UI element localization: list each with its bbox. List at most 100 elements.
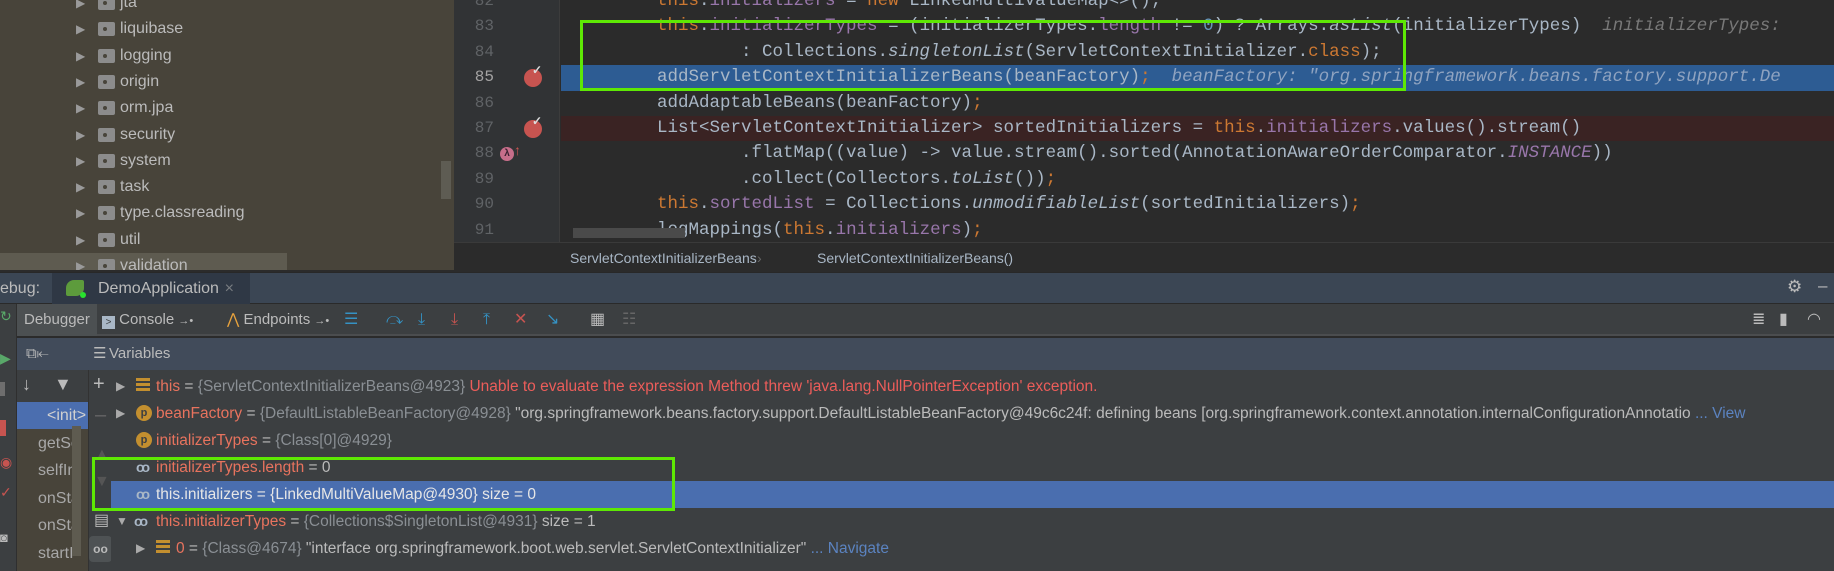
filter-icon[interactable]: ▼ bbox=[54, 374, 72, 395]
overhead-icon[interactable]: ◠ bbox=[1807, 311, 1821, 329]
lambda-breakpoint-icon[interactable]: λ bbox=[500, 147, 514, 162]
frames-settings-icon[interactable]: ⧉⇤ bbox=[26, 338, 49, 370]
step-into-icon[interactable]: ⤓ bbox=[418, 311, 425, 329]
tree-item-type-classreading[interactable]: ▶ type.classreading bbox=[0, 200, 454, 226]
expand-arrow-icon[interactable]: ▶ bbox=[76, 16, 85, 42]
tab-endpoints[interactable]: ⋀ Endpoints →• bbox=[227, 304, 352, 336]
threads-icon[interactable]: ▮ bbox=[1779, 311, 1788, 329]
variable-row[interactable]: ▶ 0 = {Class@4674} "interface org.springf… bbox=[111, 535, 1834, 562]
variable-link[interactable]: ... View bbox=[1691, 405, 1746, 422]
code-editor[interactable]: this.initializers = new LinkedMultiValue… bbox=[561, 0, 1834, 242]
tree-item-orm-jpa[interactable]: ▶ orm.jpa bbox=[0, 95, 454, 121]
tab-demo-application[interactable]: DemoApplication × bbox=[52, 273, 250, 304]
show-execution-point-icon[interactable]: ☰ bbox=[344, 311, 358, 329]
frames-scrollbar[interactable] bbox=[72, 426, 81, 556]
minimize-icon[interactable]: – bbox=[1818, 276, 1827, 296]
expand-arrow-icon[interactable]: ▶ bbox=[136, 535, 145, 562]
expand-arrow-icon[interactable]: ▶ bbox=[76, 122, 85, 148]
variable-row[interactable]: p initializerTypes = {Class[0]@4929} bbox=[111, 427, 1834, 454]
equals-sign: = bbox=[304, 459, 322, 476]
copy-icon[interactable]: ▤ bbox=[94, 510, 109, 530]
tree-item-system[interactable]: ▶ system bbox=[0, 148, 454, 174]
tree-item-validation[interactable]: ▶ validation bbox=[0, 253, 287, 270]
variable-row[interactable]: ▶ p beanFactory = {DefaultListableBeanFact… bbox=[111, 400, 1834, 427]
view-breakpoints-icon[interactable]: ◉ bbox=[0, 454, 12, 471]
expand-arrow-icon[interactable]: ▶ bbox=[76, 69, 85, 95]
variable-text: 0 = {Class@4674} "interface org.springfr… bbox=[176, 535, 889, 562]
current-execution-line[interactable]: addServletContextInitializerBeans(beanFa… bbox=[561, 65, 1834, 91]
frame-item[interactable]: <init> bbox=[17, 402, 88, 429]
tab-label: DemoApplication bbox=[98, 280, 219, 297]
tree-item-origin[interactable]: ▶ origin bbox=[0, 69, 454, 95]
code-line[interactable]: : Collections.singletonList(ServletConte… bbox=[561, 40, 1834, 65]
remove-watch-icon[interactable]: – bbox=[95, 404, 106, 427]
equals-sign: = bbox=[257, 432, 276, 449]
tree-item-liquibase[interactable]: ▶ liquibase bbox=[0, 16, 454, 42]
camera-icon[interactable]: ◙ bbox=[0, 530, 8, 545]
expand-arrow-icon[interactable]: ▶ bbox=[116, 373, 125, 400]
variable-type: {DefaultListableBeanFactory@4928} bbox=[259, 405, 511, 422]
code-line[interactable]: addAdaptableBeans(beanFactory); bbox=[561, 91, 1834, 116]
tab-console[interactable]: > Console →• bbox=[102, 304, 222, 336]
tab-debugger[interactable]: Debugger bbox=[17, 304, 97, 336]
tree-item-jta[interactable]: ▶ jta bbox=[0, 0, 454, 16]
code-line[interactable]: .flatMap((value) -> value.stream().sorte… bbox=[561, 141, 1834, 166]
trace-icon[interactable]: ☷ bbox=[622, 311, 636, 329]
pause-icon[interactable] bbox=[0, 382, 5, 396]
rerun-icon[interactable]: ↻ bbox=[0, 308, 12, 325]
variable-row[interactable]: oo this.initializers = {LinkedMultiValueM… bbox=[111, 481, 1834, 508]
step-over-icon[interactable]: ⤼ bbox=[386, 311, 403, 329]
expand-arrow-icon[interactable]: ▶ bbox=[76, 0, 85, 16]
variable-row[interactable]: ▶ this = {ServletContextInitializerBeans@… bbox=[111, 373, 1834, 400]
debugger-toolbar: Debugger > Console →• ⋀ Endpoints →• ☰ ⤼… bbox=[17, 304, 1834, 336]
endpoints-icon: ⋀ bbox=[227, 311, 240, 328]
stop-icon[interactable] bbox=[0, 420, 6, 436]
move-up-icon[interactable]: ▲ bbox=[94, 446, 110, 464]
resume-icon[interactable]: ▶ bbox=[0, 350, 11, 367]
code-line[interactable]: List<ServletContextInitializer> sortedIn… bbox=[561, 116, 1834, 142]
editor-gutter[interactable]: 82 83 84 85 86 87 88 λ↑ 89 90 91 bbox=[454, 0, 560, 242]
gear-icon[interactable]: ⚙ bbox=[1787, 277, 1802, 297]
breakpoint-icon[interactable] bbox=[524, 114, 542, 138]
collapse-arrow-icon[interactable]: ▼ bbox=[116, 508, 128, 535]
code-token: ) bbox=[961, 219, 973, 240]
code-line[interactable]: this.initializers = new LinkedMultiValue… bbox=[561, 0, 1834, 14]
expand-arrow-icon[interactable]: ▶ bbox=[76, 95, 85, 121]
expand-arrow-icon[interactable]: ▶ bbox=[76, 227, 85, 253]
restore-layout-icon[interactable]: ≣ bbox=[1752, 311, 1765, 329]
tree-item-task[interactable]: ▶ task bbox=[0, 174, 454, 200]
show-watches-icon[interactable]: oo bbox=[89, 536, 112, 562]
code-line[interactable]: logMappings(this.initializers); bbox=[561, 218, 1834, 242]
breakpoint-icon[interactable] bbox=[524, 63, 542, 88]
arrow-down-icon[interactable]: ↓ bbox=[22, 374, 31, 395]
step-out-icon[interactable]: ⤒ bbox=[483, 311, 490, 329]
variable-row[interactable]: ▼ oo this.initializerTypes = {Collections$… bbox=[111, 508, 1834, 535]
expand-arrow-icon[interactable]: ▶ bbox=[76, 43, 85, 69]
tree-item-security[interactable]: ▶ security bbox=[0, 122, 454, 148]
expand-arrow-icon[interactable]: ▶ bbox=[76, 200, 85, 226]
mute-breakpoints-icon[interactable]: ✓ bbox=[0, 484, 12, 501]
editor-horizontal-scrollbar[interactable] bbox=[573, 228, 685, 238]
expand-arrow-icon[interactable]: ▶ bbox=[76, 174, 85, 200]
expand-arrow-icon[interactable]: ▶ bbox=[76, 253, 85, 270]
drop-frame-icon[interactable]: ✕ bbox=[514, 311, 527, 329]
breadcrumb-method[interactable]: ServletContextInitializerBeans() bbox=[817, 243, 1013, 273]
variable-link[interactable]: ... Navigate bbox=[806, 540, 889, 557]
code-line[interactable]: this.sortedList = Collections.unmodifiab… bbox=[561, 192, 1834, 217]
add-watch-icon[interactable]: + bbox=[93, 373, 105, 396]
run-to-cursor-icon[interactable]: ↘ bbox=[546, 311, 559, 329]
expand-arrow-icon[interactable]: ▶ bbox=[116, 400, 125, 427]
variable-row[interactable]: oo initializerTypes.length = 0 bbox=[111, 454, 1834, 481]
project-tree-scrollbar[interactable] bbox=[441, 161, 451, 199]
move-down-icon[interactable]: ▼ bbox=[94, 473, 110, 491]
expand-arrow-icon[interactable]: ▶ bbox=[76, 148, 85, 174]
breadcrumb-class[interactable]: ServletContextInitializerBeans bbox=[570, 243, 757, 273]
close-icon[interactable]: × bbox=[225, 273, 234, 304]
evaluate-expression-icon[interactable]: ▦ bbox=[590, 311, 605, 329]
force-step-into-icon[interactable]: ⤓ bbox=[451, 311, 458, 329]
tree-item-logging[interactable]: ▶ logging bbox=[0, 43, 454, 69]
code-line[interactable]: this.initializerTypes = (initializerType… bbox=[561, 14, 1834, 39]
code-token: this bbox=[657, 0, 700, 11]
tree-item-util[interactable]: ▶ util bbox=[0, 227, 454, 253]
code-line[interactable]: .collect(Collectors.toList()); bbox=[561, 167, 1834, 192]
